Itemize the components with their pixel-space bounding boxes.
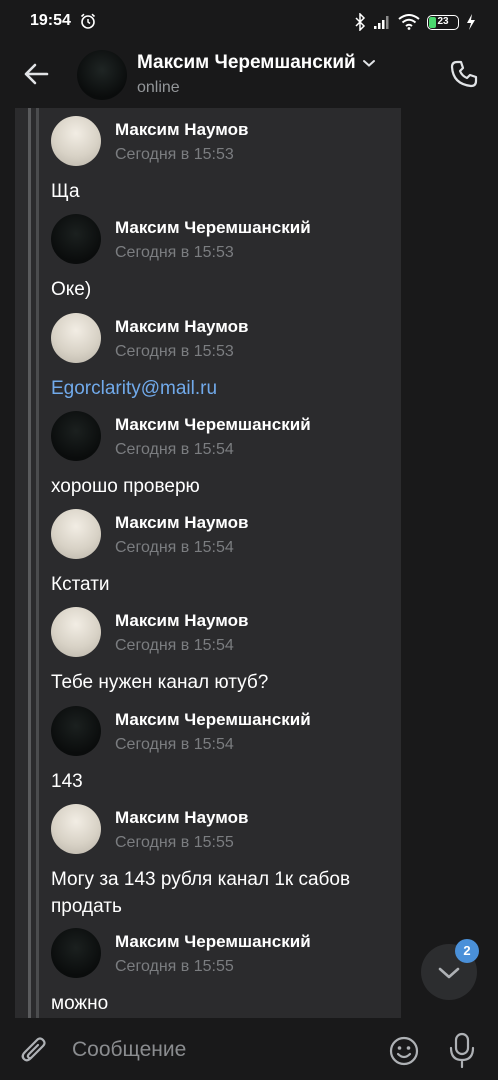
message-time: Сегодня в 15:54 [115,441,234,458]
message-input[interactable] [72,1034,372,1066]
message-author[interactable]: Максим Наумов [115,611,248,631]
emoji-icon[interactable] [387,1034,421,1068]
battery-level: 23 [437,15,449,27]
author-avatar[interactable] [51,607,101,657]
status-bar: 19:54 23 [0,0,498,44]
author-avatar[interactable] [51,706,101,756]
message-text: Могу за 143 рубля канал 1к сабов продать [51,869,351,917]
message-author[interactable]: Максим Наумов [115,317,248,337]
email-link[interactable]: Egorclarity@mail.ru [51,375,391,402]
contact-avatar[interactable] [77,50,127,100]
message-time: Сегодня в 15:54 [115,637,234,654]
status-time: 19:54 [30,12,71,29]
message-text: Оке) [51,279,92,300]
forwarded-messages[interactable]: Максим Наумов Сегодня в 15:53 Ща Максим … [15,108,401,1018]
message-time: Сегодня в 15:53 [115,343,234,360]
author-avatar[interactable] [51,214,101,264]
author-avatar[interactable] [51,804,101,854]
message-text: можно [51,993,109,1014]
bluetooth-icon [355,13,366,31]
alarm-icon [80,13,96,29]
battery-icon: 23 [427,14,459,30]
chevron-down-icon [362,60,375,67]
contact-status: online [137,79,180,96]
message-author[interactable]: Максим Черемшанский [115,932,311,952]
message-time: Сегодня в 15:54 [115,736,234,753]
contact-title[interactable]: Максим Черемшанский [137,52,376,74]
message-time: Сегодня в 15:55 [115,958,234,975]
message-composer [0,1020,498,1080]
microphone-icon[interactable] [447,1032,477,1070]
charging-icon [467,14,475,30]
author-avatar[interactable] [51,116,101,166]
back-arrow-icon[interactable] [20,58,52,90]
message-time: Сегодня в 15:53 [115,244,234,261]
author-avatar[interactable] [51,411,101,461]
attach-icon[interactable] [18,1034,52,1068]
status-icons: 23 [354,11,476,33]
message-author[interactable]: Максим Наумов [115,120,248,140]
message-author[interactable]: Максим Черемшанский [115,218,311,238]
message-text: Кстати [51,574,110,595]
chat-header: Максим Черемшанский online [0,44,498,104]
unread-badge: 2 [455,939,479,963]
wifi-icon [398,14,420,30]
message-text: хорошо проверю [51,476,200,497]
message-author[interactable]: Максим Черемшанский [115,415,311,435]
message-time: Сегодня в 15:53 [115,146,234,163]
message-author[interactable]: Максим Черемшанский [115,710,311,730]
message-text: Тебе нужен канал ютуб? [51,672,269,693]
message-author[interactable]: Максим Наумов [115,808,248,828]
message-time: Сегодня в 15:55 [115,834,234,851]
author-avatar[interactable] [51,928,101,978]
message-text: 143 [51,771,83,792]
message-time: Сегодня в 15:54 [115,539,234,556]
phone-icon[interactable] [448,58,480,90]
author-avatar[interactable] [51,313,101,363]
message-text: Ща [51,181,80,202]
signal-icon [374,16,389,29]
author-avatar[interactable] [51,509,101,559]
quote-lines [28,108,40,1018]
contact-name: Максим Черемшанский [137,52,356,73]
message-author[interactable]: Максим Наумов [115,513,248,533]
